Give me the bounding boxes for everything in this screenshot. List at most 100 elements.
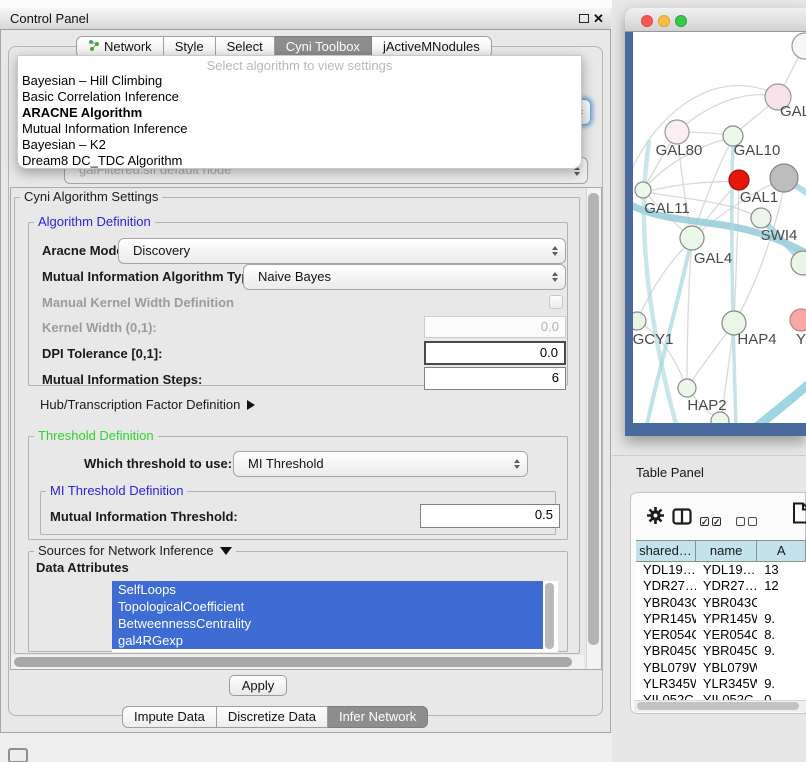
minimized-panel-icon[interactable] [8, 748, 28, 762]
dropdown-item-dream8-dc-tdc-algorithm[interactable]: Dream8 DC_TDC Algorithm [18, 153, 581, 169]
settings-horizontal-scrollbar-thumb[interactable] [14, 657, 572, 667]
manual-kernel-checkbox[interactable] [549, 295, 563, 309]
node-label-gal80: GAL80 [656, 142, 703, 159]
kernel-width-field[interactable]: 0.0 [424, 316, 566, 338]
network-edge-highlighted [644, 142, 685, 423]
settings-vertical-scrollbar-thumb[interactable] [588, 193, 599, 645]
network-edge [734, 182, 739, 323]
manual-kernel-label: Manual Kernel Width Definition [42, 295, 234, 310]
page-bottom-strip [0, 733, 612, 762]
table-cell: YLR345W [636, 676, 696, 692]
hub-factor-expander[interactable]: Hub/Transcription Factor Definition [40, 397, 255, 412]
mi-threshold-group-title: MI Threshold Definition [46, 483, 187, 498]
network-node-y[interactable] [790, 309, 806, 331]
split-columns-icon[interactable] [672, 508, 692, 530]
attributes-list-scrollbar[interactable] [545, 583, 554, 649]
which-threshold-combo[interactable]: MI Threshold [233, 451, 528, 477]
table-cell: YDL19… [636, 562, 696, 578]
network-canvas[interactable]: GALGAL80GAL10GAL1GAL11SWI4GAL4GCY1HAP4YH… [633, 32, 806, 423]
table-cell: YBR045C [696, 643, 757, 659]
table-row[interactable]: YBR043CYBR043C [636, 595, 806, 611]
network-node-gcy1[interactable] [633, 312, 646, 330]
dropdown-item-bayesian-k2[interactable]: Bayesian – K2 [18, 137, 581, 153]
select-all-checkboxes-icon[interactable]: ✓✓ [700, 512, 724, 530]
tab-label: Cyni Toolbox [286, 37, 360, 57]
table-row[interactable]: YER054CYER054C8. [636, 627, 806, 643]
table-cell: YDL19… [696, 562, 757, 578]
control-panel-titlebar[interactable] [0, 8, 611, 30]
threshold-definition-title: Threshold Definition [34, 428, 158, 443]
attribute-item-betweennesscentrality[interactable]: BetweennessCentrality [112, 615, 543, 632]
float-icon[interactable] [579, 14, 589, 23]
network-node[interactable] [792, 33, 806, 59]
column-header-name[interactable]: name [696, 541, 758, 561]
dropdown-item-aracne-algorithm[interactable]: ARACNE Algorithm [18, 105, 581, 121]
table-row[interactable]: YDL19…YDL19…13 [636, 562, 806, 578]
network-node-swi4[interactable] [751, 208, 771, 228]
gear-icon[interactable] [646, 506, 665, 530]
table-row[interactable]: YBR045CYBR045C9. [636, 643, 806, 659]
document-icon[interactable] [792, 502, 806, 529]
clear-checkboxes-icon[interactable]: ✓✓ [736, 512, 760, 530]
table-cell: YDR27… [696, 578, 757, 594]
tab-infer-network[interactable]: Infer Network [328, 706, 428, 728]
tab-discretize-data[interactable]: Discretize Data [217, 706, 328, 728]
combo-stepper-icon [552, 246, 558, 256]
close-icon[interactable]: ✕ [593, 11, 604, 27]
table-header-row: shared…nameA [636, 540, 806, 562]
table-horizontal-scrollbar-thumb[interactable] [637, 702, 799, 710]
kernel-width-label: Kernel Width (0,1): [42, 320, 157, 335]
sources-group-title[interactable]: Sources for Network Inference [34, 543, 236, 558]
control-panel-bottom-tabs: Impute DataDiscretize DataInfer Network [122, 706, 428, 728]
node-label-swi4: SWI4 [761, 227, 798, 244]
combo-stepper-icon [552, 272, 558, 282]
mi-type-combo[interactable]: Naive Bayes [243, 264, 566, 290]
expanded-arrow-icon [220, 547, 232, 555]
aracne-mode-combo[interactable]: Discovery [118, 238, 566, 264]
tab-label: Style [175, 37, 204, 57]
minimize-traffic-light[interactable] [658, 15, 670, 27]
close-traffic-light[interactable] [641, 15, 653, 27]
network-node-gal1[interactable] [729, 170, 749, 190]
mi-steps-field[interactable]: 6 [424, 367, 566, 390]
zoom-traffic-light[interactable] [675, 15, 687, 27]
attribute-item-selfloops[interactable]: SelfLoops [112, 581, 543, 598]
network-node-gal80[interactable] [665, 120, 689, 144]
dpi-tolerance-field[interactable]: 0.0 [424, 341, 566, 365]
algorithm-dropdown-popup: Select algorithm to view settings Bayesi… [17, 55, 582, 169]
table-cell: YPR145W [636, 611, 696, 627]
network-graph: GALGAL80GAL10GAL1GAL11SWI4GAL4GCY1HAP4YH… [633, 32, 806, 423]
table-row[interactable]: YIL052CYIL052C0. [636, 692, 806, 700]
tab-impute-data[interactable]: Impute Data [122, 706, 217, 728]
control-panel-title: Control Panel [10, 11, 89, 26]
table-row[interactable]: YBL079WYBL079W [636, 660, 806, 676]
network-node-gal4[interactable] [680, 226, 704, 250]
table-body: YDL19…YDL19…13YDR27…YDR27…12YBR043CYBR04… [636, 562, 806, 700]
mi-steps-label: Mutual Information Steps: [42, 372, 202, 387]
column-header-shared[interactable]: shared… [636, 541, 696, 561]
network-node[interactable] [770, 164, 798, 192]
table-row[interactable]: YDR27…YDR27…12 [636, 578, 806, 594]
mi-threshold-field[interactable]: 0.5 [420, 504, 560, 528]
node-label-gal11: GAL11 [644, 200, 690, 217]
attribute-item-gal4rgexp[interactable]: gal4RGexp [112, 632, 543, 649]
tab-label: Network [104, 37, 152, 57]
dropdown-item-mutual-information-inference[interactable]: Mutual Information Inference [18, 121, 581, 137]
page-top-strip [0, 0, 612, 8]
column-header-a[interactable]: A [757, 541, 806, 561]
network-icon [88, 37, 100, 57]
table-cell: YBR045C [636, 643, 696, 659]
attribute-item-topologicalcoefficient[interactable]: TopologicalCoefficient [112, 598, 543, 615]
table-row[interactable]: YPR145WYPR145W9. [636, 611, 806, 627]
network-node-hap2[interactable] [678, 379, 696, 397]
table-cell: 12 [757, 578, 806, 594]
table-row[interactable]: YLR345WYLR345W9. [636, 676, 806, 692]
table-cell: YER054C [696, 627, 757, 643]
data-attributes-list: SelfLoopsTopologicalCoefficientBetweenne… [112, 581, 558, 652]
dropdown-item-basic-correlation-inference[interactable]: Basic Correlation Inference [18, 89, 581, 105]
table-cell: YBR043C [696, 595, 757, 611]
hub-factor-expander-label: Hub/Transcription Factor Definition [40, 397, 240, 412]
dropdown-item-bayesian-hill-climbing[interactable]: Bayesian – Hill Climbing [18, 73, 581, 89]
apply-button[interactable]: Apply [229, 675, 287, 696]
network-node-gal11[interactable] [635, 182, 651, 198]
